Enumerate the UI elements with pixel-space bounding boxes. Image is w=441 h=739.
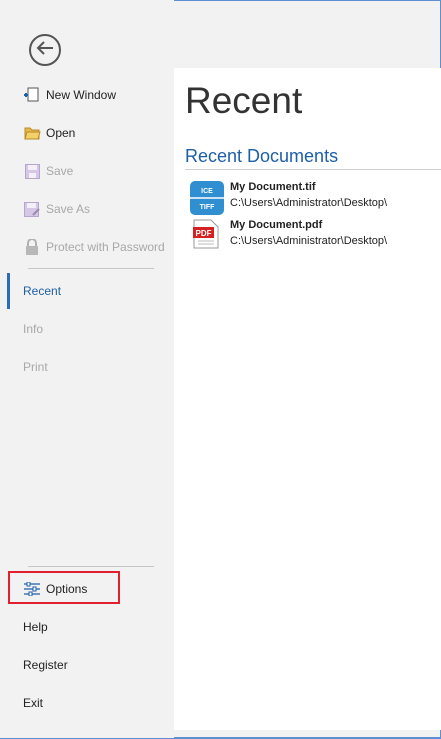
sidebar-item-help[interactable]: Help [0, 608, 174, 646]
sidebar-item-new-window[interactable]: New Window [0, 76, 174, 114]
pdf-icon-text: PDF [196, 229, 212, 238]
folder-icon [23, 124, 41, 142]
backstage-sidebar: New Window Open Save Save As Protect wit… [0, 0, 174, 738]
sidebar-divider [28, 268, 154, 269]
file-path: C:\Users\Administrator\Desktop\ [230, 197, 388, 209]
file-name: My Document.tif [230, 181, 316, 193]
section-title: Recent Documents [185, 146, 339, 166]
file-name: My Document.pdf [230, 219, 323, 231]
recent-file-item[interactable]: ICE TIFF My Document.tif C:\Users\Admini… [188, 181, 438, 217]
sidebar-item-protect-with-password[interactable]: Protect with Password [0, 228, 174, 266]
tif-file-icon: ICE TIFF [190, 181, 224, 220]
pdf-file-icon: PDF [193, 219, 219, 254]
sidebar-item-save-as[interactable]: Save As [0, 190, 174, 228]
tif-icon-top-text: ICE [201, 188, 213, 195]
sidebar-item-label: Save As [46, 202, 91, 216]
sidebar-item-label: Save [46, 164, 74, 178]
sidebar-item-label: Options [46, 582, 88, 596]
sidebar-item-label: Exit [23, 696, 44, 710]
sidebar-item-save[interactable]: Save [0, 152, 174, 190]
save-as-icon [23, 200, 41, 218]
sidebar-item-label: Recent [23, 284, 62, 298]
tif-icon-bottom-text: TIFF [200, 204, 215, 211]
page-title: Recent [185, 80, 303, 121]
sidebar-item-label: Protect with Password [46, 240, 165, 254]
sidebar-item-label: Info [23, 322, 44, 336]
sidebar-item-recent[interactable]: Recent [0, 272, 174, 310]
sidebar-item-exit[interactable]: Exit [0, 684, 174, 722]
recent-panel: Recent Recent Documents ICE TIFF My Docu… [174, 68, 441, 730]
section-divider [185, 169, 441, 170]
sidebar-item-label: Print [23, 360, 48, 374]
sidebar-item-label: Open [46, 126, 76, 140]
sidebar-divider [28, 566, 154, 567]
sidebar-item-register[interactable]: Register [0, 646, 174, 684]
file-path: C:\Users\Administrator\Desktop\ [230, 235, 388, 247]
recent-file-item[interactable]: PDF My Document.pdf C:\Users\Administrat… [188, 219, 438, 255]
back-button[interactable] [29, 34, 61, 66]
save-icon [23, 162, 41, 180]
new-window-icon [23, 86, 41, 104]
sidebar-item-open[interactable]: Open [0, 114, 174, 152]
sidebar-item-options[interactable]: Options [0, 570, 174, 608]
sidebar-item-label: Register [23, 658, 68, 672]
sidebar-item-label: Help [23, 620, 48, 634]
back-arrow-icon [36, 40, 54, 60]
sidebar-item-info[interactable]: Info [0, 310, 174, 348]
sidebar-item-label: New Window [46, 88, 117, 102]
lock-icon [23, 238, 41, 256]
sliders-icon [23, 580, 41, 598]
sidebar-item-print[interactable]: Print [0, 348, 174, 386]
